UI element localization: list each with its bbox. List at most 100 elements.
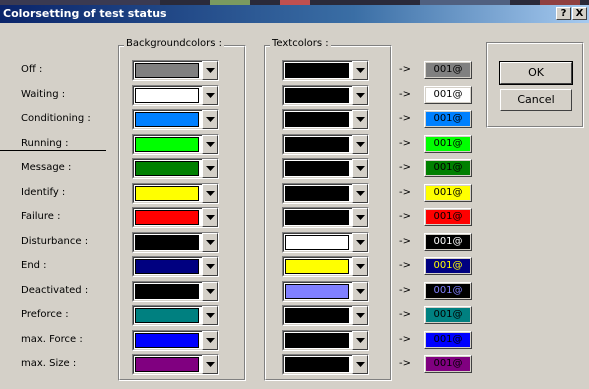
preview-identify: 001@ bbox=[424, 184, 472, 202]
color-swatch bbox=[135, 284, 199, 299]
preview-text: 001@ bbox=[426, 88, 470, 102]
bg-color-select-max-force[interactable] bbox=[132, 330, 219, 351]
arrow-indicator: -> bbox=[399, 260, 411, 271]
status-label-message: Message : bbox=[21, 162, 72, 173]
text-color-select-off[interactable] bbox=[282, 60, 369, 81]
color-swatch bbox=[285, 357, 349, 372]
dropdown-button[interactable] bbox=[352, 184, 368, 203]
dropdown-button[interactable] bbox=[352, 110, 368, 129]
color-swatch bbox=[135, 333, 199, 348]
color-swatch bbox=[285, 88, 349, 103]
bg-color-select-identify[interactable] bbox=[132, 183, 219, 204]
preview-max-force: 001@ bbox=[424, 331, 472, 349]
preview-text: 001@ bbox=[426, 259, 470, 273]
dropdown-button[interactable] bbox=[202, 355, 218, 374]
dropdown-button[interactable] bbox=[202, 86, 218, 105]
preview-waiting: 001@ bbox=[424, 86, 472, 104]
bg-color-select-deactivated[interactable] bbox=[132, 281, 219, 302]
text-color-select-deactivated[interactable] bbox=[282, 281, 369, 302]
bg-color-select-message[interactable] bbox=[132, 158, 219, 179]
preview-text: 001@ bbox=[426, 186, 470, 200]
bg-color-select-conditioning[interactable] bbox=[132, 109, 219, 130]
buttons-panel bbox=[486, 42, 584, 128]
dropdown-button[interactable] bbox=[352, 282, 368, 301]
dropdown-button[interactable] bbox=[202, 61, 218, 80]
text-color-select-disturbance[interactable] bbox=[282, 232, 369, 253]
dropdown-button[interactable] bbox=[202, 282, 218, 301]
dropdown-button[interactable] bbox=[352, 331, 368, 350]
dropdown-button[interactable] bbox=[352, 306, 368, 325]
dialog-title: Colorsetting of test status bbox=[3, 7, 167, 20]
dropdown-button[interactable] bbox=[202, 331, 218, 350]
dropdown-button[interactable] bbox=[202, 257, 218, 276]
dialog-title-bar[interactable]: Colorsetting of test status ? X bbox=[0, 5, 589, 23]
bg-color-select-waiting[interactable] bbox=[132, 85, 219, 106]
dropdown-button[interactable] bbox=[352, 233, 368, 252]
dropdown-button[interactable] bbox=[352, 257, 368, 276]
color-swatch bbox=[135, 210, 199, 225]
bg-color-select-failure[interactable] bbox=[132, 207, 219, 228]
bg-color-select-running[interactable] bbox=[132, 134, 219, 155]
color-swatch bbox=[135, 357, 199, 372]
text-color-select-end[interactable] bbox=[282, 256, 369, 277]
close-button[interactable]: X bbox=[572, 7, 587, 20]
dropdown-button[interactable] bbox=[352, 159, 368, 178]
text-color-select-max-force[interactable] bbox=[282, 330, 369, 351]
status-label-disturbance: Disturbance : bbox=[21, 236, 89, 247]
color-swatch bbox=[135, 186, 199, 201]
arrow-indicator: -> bbox=[399, 187, 411, 198]
dropdown-button[interactable] bbox=[352, 355, 368, 374]
dropdown-button[interactable] bbox=[202, 306, 218, 325]
text-color-select-max-size[interactable] bbox=[282, 354, 369, 375]
text-color-select-message[interactable] bbox=[282, 158, 369, 179]
preview-off: 001@ bbox=[424, 61, 472, 79]
preview-disturbance: 001@ bbox=[424, 233, 472, 251]
help-button[interactable]: ? bbox=[556, 7, 571, 20]
color-swatch bbox=[135, 88, 199, 103]
dropdown-button[interactable] bbox=[352, 208, 368, 227]
dropdown-button[interactable] bbox=[352, 86, 368, 105]
arrow-indicator: -> bbox=[399, 236, 411, 247]
arrow-indicator: -> bbox=[399, 358, 411, 369]
dropdown-button[interactable] bbox=[352, 61, 368, 80]
color-swatch bbox=[135, 235, 199, 250]
color-swatch bbox=[285, 112, 349, 127]
arrow-indicator: -> bbox=[399, 138, 411, 149]
cancel-button[interactable]: Cancel bbox=[500, 89, 572, 111]
preview-end: 001@ bbox=[424, 257, 472, 275]
text-color-select-conditioning[interactable] bbox=[282, 109, 369, 130]
dropdown-button[interactable] bbox=[202, 110, 218, 129]
arrow-indicator: -> bbox=[399, 64, 411, 75]
bg-color-select-preforce[interactable] bbox=[132, 305, 219, 326]
dropdown-button[interactable] bbox=[202, 159, 218, 178]
text-color-select-running[interactable] bbox=[282, 134, 369, 155]
dropdown-button[interactable] bbox=[202, 135, 218, 154]
dropdown-button[interactable] bbox=[202, 184, 218, 203]
text-color-select-failure[interactable] bbox=[282, 207, 369, 228]
bg-color-select-end[interactable] bbox=[132, 256, 219, 277]
preview-text: 001@ bbox=[426, 137, 470, 151]
arrow-indicator: -> bbox=[399, 113, 411, 124]
text-color-select-preforce[interactable] bbox=[282, 305, 369, 326]
arrow-indicator: -> bbox=[399, 309, 411, 320]
bg-color-select-max-size[interactable] bbox=[132, 354, 219, 375]
color-swatch bbox=[285, 259, 349, 274]
status-label-running: Running : bbox=[21, 138, 69, 149]
dropdown-button[interactable] bbox=[202, 208, 218, 227]
bg-color-select-disturbance[interactable] bbox=[132, 232, 219, 253]
preview-text: 001@ bbox=[426, 112, 470, 126]
status-label-max-size: max. Size : bbox=[21, 358, 77, 369]
color-swatch bbox=[285, 63, 349, 78]
text-color-select-waiting[interactable] bbox=[282, 85, 369, 106]
text-color-select-identify[interactable] bbox=[282, 183, 369, 204]
color-swatch bbox=[285, 161, 349, 176]
dropdown-button[interactable] bbox=[352, 135, 368, 154]
preview-conditioning: 001@ bbox=[424, 110, 472, 128]
ok-button[interactable]: OK bbox=[499, 61, 573, 85]
bg-color-select-off[interactable] bbox=[132, 60, 219, 81]
preview-text: 001@ bbox=[426, 235, 470, 249]
preview-text: 001@ bbox=[426, 357, 470, 371]
color-swatch bbox=[135, 137, 199, 152]
color-swatch bbox=[285, 284, 349, 299]
dropdown-button[interactable] bbox=[202, 233, 218, 252]
